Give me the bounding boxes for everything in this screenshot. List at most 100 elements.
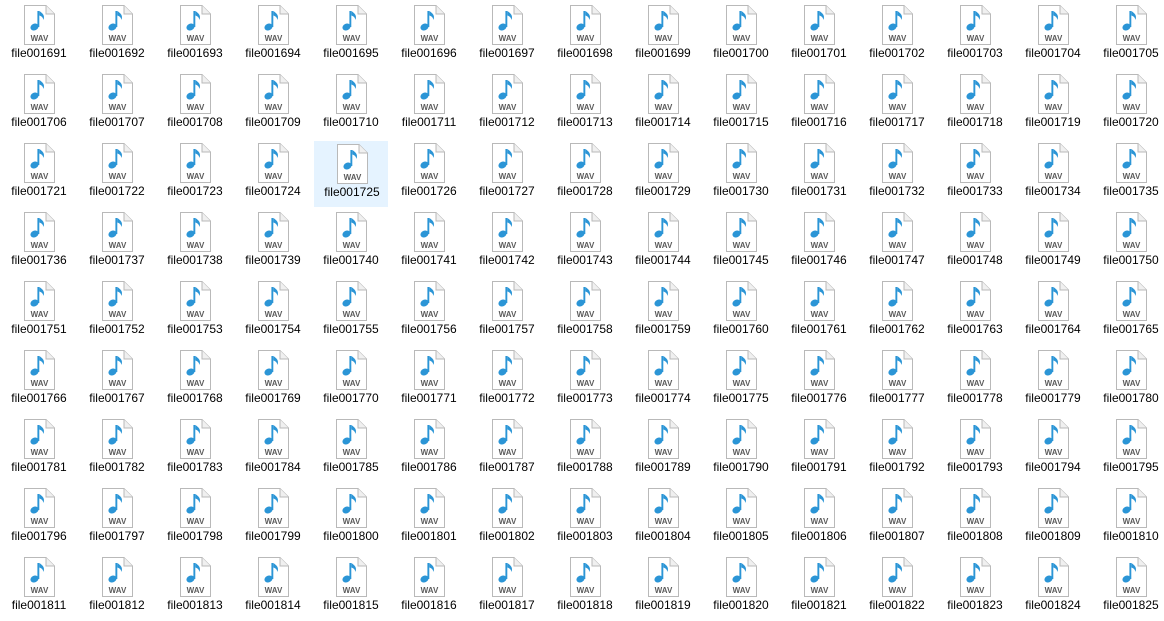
- file-item-file001790[interactable]: WAV file001790: [704, 417, 778, 483]
- file-item-file001824[interactable]: WAV file001824: [1016, 555, 1090, 621]
- file-item-file001777[interactable]: WAV file001777: [860, 348, 934, 414]
- file-item-file001769[interactable]: WAV file001769: [236, 348, 310, 414]
- file-item-file001695[interactable]: WAV file001695: [314, 3, 388, 69]
- file-item-file001778[interactable]: WAV file001778: [938, 348, 1012, 414]
- file-item-file001705[interactable]: WAV file001705: [1094, 3, 1164, 69]
- file-item-file001751[interactable]: WAV file001751: [2, 279, 76, 345]
- file-item-file001713[interactable]: WAV file001713: [548, 72, 622, 138]
- file-item-file001761[interactable]: WAV file001761: [782, 279, 856, 345]
- file-item-file001728[interactable]: WAV file001728: [548, 141, 622, 207]
- file-item-file001716[interactable]: WAV file001716: [782, 72, 856, 138]
- file-item-file001788[interactable]: WAV file001788: [548, 417, 622, 483]
- file-item-file001818[interactable]: WAV file001818: [548, 555, 622, 621]
- file-item-file001720[interactable]: WAV file001720: [1094, 72, 1164, 138]
- file-item-file001787[interactable]: WAV file001787: [470, 417, 544, 483]
- file-item-file001799[interactable]: WAV file001799: [236, 486, 310, 552]
- file-item-file001737[interactable]: WAV file001737: [80, 210, 154, 276]
- file-item-file001798[interactable]: WAV file001798: [158, 486, 232, 552]
- file-item-file001736[interactable]: WAV file001736: [2, 210, 76, 276]
- file-item-file001819[interactable]: WAV file001819: [626, 555, 700, 621]
- file-item-file001797[interactable]: WAV file001797: [80, 486, 154, 552]
- file-item-file001780[interactable]: WAV file001780: [1094, 348, 1164, 414]
- file-item-file001767[interactable]: WAV file001767: [80, 348, 154, 414]
- file-item-file001699[interactable]: WAV file001699: [626, 3, 700, 69]
- file-item-file001711[interactable]: WAV file001711: [392, 72, 466, 138]
- file-item-file001771[interactable]: WAV file001771: [392, 348, 466, 414]
- file-item-file001729[interactable]: WAV file001729: [626, 141, 700, 207]
- file-item-file001813[interactable]: WAV file001813: [158, 555, 232, 621]
- file-item-file001691[interactable]: WAV file001691: [2, 3, 76, 69]
- file-item-file001700[interactable]: WAV file001700: [704, 3, 778, 69]
- file-item-file001746[interactable]: WAV file001746: [782, 210, 856, 276]
- file-item-file001795[interactable]: WAV file001795: [1094, 417, 1164, 483]
- file-item-file001747[interactable]: WAV file001747: [860, 210, 934, 276]
- file-item-file001748[interactable]: WAV file001748: [938, 210, 1012, 276]
- file-item-file001714[interactable]: WAV file001714: [626, 72, 700, 138]
- file-item-file001782[interactable]: WAV file001782: [80, 417, 154, 483]
- file-item-file001722[interactable]: WAV file001722: [80, 141, 154, 207]
- file-item-file001779[interactable]: WAV file001779: [1016, 348, 1090, 414]
- file-item-file001820[interactable]: WAV file001820: [704, 555, 778, 621]
- file-item-file001698[interactable]: WAV file001698: [548, 3, 622, 69]
- file-item-file001811[interactable]: WAV file001811: [2, 555, 76, 621]
- file-item-file001741[interactable]: WAV file001741: [392, 210, 466, 276]
- file-item-file001756[interactable]: WAV file001756: [392, 279, 466, 345]
- file-item-file001796[interactable]: WAV file001796: [2, 486, 76, 552]
- file-item-file001775[interactable]: WAV file001775: [704, 348, 778, 414]
- file-item-file001735[interactable]: WAV file001735: [1094, 141, 1164, 207]
- file-item-file001759[interactable]: WAV file001759: [626, 279, 700, 345]
- file-item-file001793[interactable]: WAV file001793: [938, 417, 1012, 483]
- file-item-file001726[interactable]: WAV file001726: [392, 141, 466, 207]
- file-item-file001800[interactable]: WAV file001800: [314, 486, 388, 552]
- file-item-file001727[interactable]: WAV file001727: [470, 141, 544, 207]
- file-item-file001715[interactable]: WAV file001715: [704, 72, 778, 138]
- file-item-file001742[interactable]: WAV file001742: [470, 210, 544, 276]
- file-item-file001739[interactable]: WAV file001739: [236, 210, 310, 276]
- file-item-file001743[interactable]: WAV file001743: [548, 210, 622, 276]
- file-item-file001734[interactable]: WAV file001734: [1016, 141, 1090, 207]
- file-item-file001763[interactable]: WAV file001763: [938, 279, 1012, 345]
- file-item-file001704[interactable]: WAV file001704: [1016, 3, 1090, 69]
- file-item-file001791[interactable]: WAV file001791: [782, 417, 856, 483]
- file-item-file001724[interactable]: WAV file001724: [236, 141, 310, 207]
- file-item-file001755[interactable]: WAV file001755: [314, 279, 388, 345]
- file-item-file001693[interactable]: WAV file001693: [158, 3, 232, 69]
- file-item-file001708[interactable]: WAV file001708: [158, 72, 232, 138]
- file-item-file001802[interactable]: WAV file001802: [470, 486, 544, 552]
- file-item-file001781[interactable]: WAV file001781: [2, 417, 76, 483]
- file-item-file001794[interactable]: WAV file001794: [1016, 417, 1090, 483]
- file-item-file001701[interactable]: WAV file001701: [782, 3, 856, 69]
- file-item-file001717[interactable]: WAV file001717: [860, 72, 934, 138]
- file-item-file001792[interactable]: WAV file001792: [860, 417, 934, 483]
- file-item-file001765[interactable]: WAV file001765: [1094, 279, 1164, 345]
- file-item-file001733[interactable]: WAV file001733: [938, 141, 1012, 207]
- file-item-file001823[interactable]: WAV file001823: [938, 555, 1012, 621]
- file-item-file001786[interactable]: WAV file001786: [392, 417, 466, 483]
- file-item-file001774[interactable]: WAV file001774: [626, 348, 700, 414]
- file-item-file001817[interactable]: WAV file001817: [470, 555, 544, 621]
- file-item-file001723[interactable]: WAV file001723: [158, 141, 232, 207]
- file-item-file001758[interactable]: WAV file001758: [548, 279, 622, 345]
- file-item-file001702[interactable]: WAV file001702: [860, 3, 934, 69]
- file-item-file001692[interactable]: WAV file001692: [80, 3, 154, 69]
- file-item-file001712[interactable]: WAV file001712: [470, 72, 544, 138]
- file-item-file001789[interactable]: WAV file001789: [626, 417, 700, 483]
- file-item-file001718[interactable]: WAV file001718: [938, 72, 1012, 138]
- file-item-file001730[interactable]: WAV file001730: [704, 141, 778, 207]
- file-item-file001822[interactable]: WAV file001822: [860, 555, 934, 621]
- file-item-file001772[interactable]: WAV file001772: [470, 348, 544, 414]
- file-item-file001768[interactable]: WAV file001768: [158, 348, 232, 414]
- file-item-file001815[interactable]: WAV file001815: [314, 555, 388, 621]
- file-item-file001821[interactable]: WAV file001821: [782, 555, 856, 621]
- file-item-file001804[interactable]: WAV file001804: [626, 486, 700, 552]
- file-item-file001783[interactable]: WAV file001783: [158, 417, 232, 483]
- file-item-file001694[interactable]: WAV file001694: [236, 3, 310, 69]
- file-item-file001806[interactable]: WAV file001806: [782, 486, 856, 552]
- file-item-file001785[interactable]: WAV file001785: [314, 417, 388, 483]
- file-item-file001776[interactable]: WAV file001776: [782, 348, 856, 414]
- file-item-file001706[interactable]: WAV file001706: [2, 72, 76, 138]
- file-item-file001721[interactable]: WAV file001721: [2, 141, 76, 207]
- file-item-file001766[interactable]: WAV file001766: [2, 348, 76, 414]
- file-item-file001697[interactable]: WAV file001697: [470, 3, 544, 69]
- file-item-file001762[interactable]: WAV file001762: [860, 279, 934, 345]
